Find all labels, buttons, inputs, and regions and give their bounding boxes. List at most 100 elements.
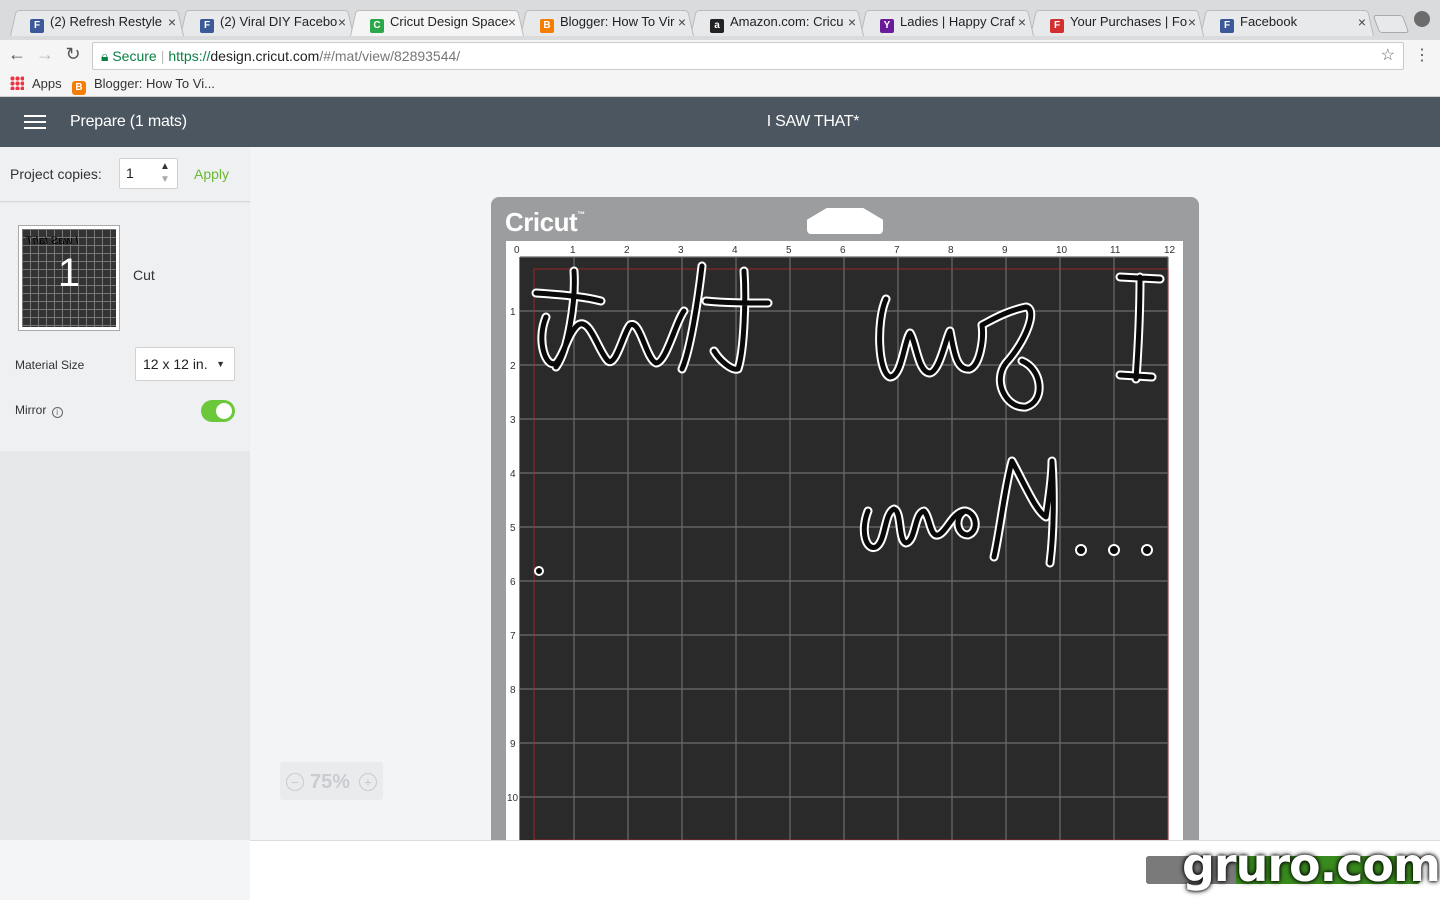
mat-thumbnail[interactable]: I waS tahT 1 bbox=[18, 225, 120, 331]
mirror-label: Mirror i bbox=[15, 403, 63, 418]
mat-grid: 0 1 2 3 4 5 6 7 8 9 10 11 12 12345678910 bbox=[507, 245, 1176, 840]
ruler-top-label: 7 bbox=[894, 245, 900, 256]
bookmark-star-icon[interactable]: ☆ bbox=[1381, 43, 1395, 69]
cricut-logo: Cricut™ bbox=[505, 207, 585, 238]
browser-tab[interactable]: F Your Purchases | Fo × bbox=[1030, 8, 1204, 36]
ruler-top-label: 10 bbox=[1056, 245, 1068, 256]
tab-favicon-icon: F bbox=[200, 19, 214, 33]
tab-favicon-icon: B bbox=[540, 19, 554, 33]
design-dot[interactable] bbox=[534, 566, 544, 576]
ruler-left-label: 10 bbox=[507, 793, 519, 804]
tab-favicon-icon: F bbox=[1220, 19, 1234, 33]
tab-title: Your Purchases | Fo bbox=[1070, 14, 1188, 29]
lock-icon: 🔒︎ bbox=[101, 48, 109, 64]
bottom-bar-left bbox=[0, 840, 250, 900]
browser-tab[interactable]: F (2) Viral DIY Facebo × bbox=[180, 8, 354, 36]
tab-title: (2) Refresh Restyle bbox=[50, 14, 162, 29]
ruler-left-label: 5 bbox=[510, 523, 516, 534]
back-icon[interactable]: ← bbox=[6, 44, 28, 65]
ruler-left-label: 1 bbox=[510, 307, 516, 318]
ruler-left-label: 4 bbox=[510, 469, 516, 480]
ruler-top-label: 9 bbox=[1002, 245, 1008, 256]
tab-title: (2) Viral DIY Facebo bbox=[220, 14, 338, 29]
tab-favicon-icon: Y bbox=[880, 19, 894, 33]
mirror-toggle[interactable] bbox=[201, 400, 235, 422]
ruler-top-label: 11 bbox=[1110, 245, 1121, 256]
tab-favicon-icon: a bbox=[710, 19, 724, 33]
zoom-in-button[interactable]: + bbox=[359, 773, 377, 791]
mat-thumbnail-grid: I waS tahT 1 bbox=[22, 229, 116, 327]
profile-icon[interactable] bbox=[1414, 11, 1430, 27]
watermark: gruro.com bbox=[1146, 832, 1440, 900]
tab-close-icon[interactable]: × bbox=[1188, 8, 1196, 36]
browser-tab[interactable]: C Cricut Design Space × bbox=[350, 8, 524, 36]
ruler-left-label: 6 bbox=[510, 577, 516, 588]
ruler-top: 0 1 2 3 4 5 6 7 8 9 10 11 12 bbox=[514, 245, 1176, 256]
tab-favicon-icon: F bbox=[1050, 19, 1064, 33]
ruler-left-label: 3 bbox=[510, 415, 516, 426]
ruler-top-label: 5 bbox=[786, 245, 792, 256]
toggle-knob bbox=[216, 403, 232, 419]
mat-sidebar: Project copies: 1 ▲ ▼ Apply I waS tahT 1… bbox=[0, 147, 250, 840]
chevron-down-icon: ▼ bbox=[216, 359, 225, 369]
browser-tab[interactable]: Y Ladies | Happy Craf × bbox=[860, 8, 1034, 36]
tab-favicon-icon: C bbox=[370, 19, 384, 33]
browser-toolbar: ← → ↻ 🔒︎ Secure | https://design.cricut.co… bbox=[0, 40, 1440, 72]
ruler-top-label: 3 bbox=[678, 245, 684, 256]
secure-label: Secure bbox=[112, 48, 157, 64]
ruler-left-label: 8 bbox=[510, 685, 516, 696]
zoom-out-button[interactable]: − bbox=[286, 773, 304, 791]
browser-menu-icon[interactable]: ⋮ bbox=[1414, 45, 1430, 65]
ruler-top-label: 8 bbox=[948, 245, 954, 256]
bookmark-blogger[interactable]: B Blogger: How To Vi... bbox=[72, 76, 215, 95]
mat-card[interactable]: I waS tahT 1 Cut Material Size 12 x 12 i… bbox=[0, 203, 250, 451]
mat-number: 1 bbox=[57, 251, 81, 295]
zoom-control: − 75% + bbox=[280, 762, 383, 800]
bookmark-apps[interactable]: Apps bbox=[10, 76, 62, 91]
address-bar[interactable]: 🔒︎ Secure | https://design.cricut.com/#/ma… bbox=[92, 42, 1404, 70]
watermark-text: gruro.com bbox=[1182, 838, 1440, 892]
tab-favicon-icon: F bbox=[30, 19, 44, 33]
blogger-icon: B bbox=[72, 81, 86, 95]
apply-button[interactable]: Apply bbox=[194, 166, 229, 182]
browser-tab[interactable]: a Amazon.com: Cricu × bbox=[690, 8, 864, 36]
material-size-select[interactable]: 12 x 12 in. ▼ bbox=[135, 347, 235, 381]
mat-mode-label: Cut bbox=[133, 267, 155, 283]
ruler-left: 1 2 3 4 5 6 7 8 9 10 bbox=[507, 307, 519, 804]
url-separator: | bbox=[160, 48, 165, 64]
project-name: I SAW THAT* bbox=[766, 113, 860, 130]
tab-close-icon[interactable]: × bbox=[1358, 8, 1366, 36]
screen: F Facebook × F Your Purchases | Fo × Y Ladies |… bbox=[0, 0, 1440, 900]
ruler-top-label: 4 bbox=[732, 245, 738, 256]
forward-icon[interactable]: → bbox=[34, 44, 56, 65]
new-tab-button[interactable] bbox=[1372, 15, 1410, 33]
tab-close-icon[interactable]: × bbox=[848, 8, 856, 36]
bookmark-label: Apps bbox=[32, 76, 62, 91]
reload-icon[interactable]: ↻ bbox=[62, 44, 84, 65]
info-icon[interactable]: i bbox=[51, 407, 63, 418]
zoom-level: 75% bbox=[310, 771, 351, 793]
tab-close-icon[interactable]: × bbox=[678, 8, 686, 36]
tab-close-icon[interactable]: × bbox=[338, 8, 346, 36]
mat-notch bbox=[807, 208, 883, 234]
stepper-down-icon[interactable]: ▼ bbox=[160, 174, 170, 185]
ruler-top-label: 6 bbox=[840, 245, 846, 256]
tab-close-icon[interactable]: × bbox=[168, 8, 176, 36]
ruler-left-label: 2 bbox=[510, 361, 516, 372]
ruler-top-label: 1 bbox=[570, 245, 576, 256]
thumbnail-design-preview: I waS tahT bbox=[26, 235, 79, 247]
brand-name: Cricut bbox=[505, 207, 578, 237]
ruler-top-label: 2 bbox=[624, 245, 630, 256]
browser-tab[interactable]: B Blogger: How To Vir × bbox=[520, 8, 694, 36]
tab-title: Facebook bbox=[1240, 14, 1298, 29]
browser-tab[interactable]: F (2) Refresh Restyle × bbox=[10, 8, 184, 36]
stepper-up-icon[interactable]: ▲ bbox=[160, 161, 170, 172]
tab-close-icon[interactable]: × bbox=[508, 8, 516, 36]
tab-title: Ladies | Happy Craf bbox=[900, 14, 1015, 29]
url-host: design.cricut.com bbox=[210, 48, 320, 64]
browser-tab[interactable]: F Facebook × bbox=[1200, 8, 1374, 36]
tab-title: Blogger: How To Vir bbox=[560, 14, 675, 29]
tab-close-icon[interactable]: × bbox=[1018, 8, 1026, 36]
mirror-label-text: Mirror bbox=[15, 403, 47, 417]
ruler-top-label: 0 bbox=[514, 245, 520, 256]
